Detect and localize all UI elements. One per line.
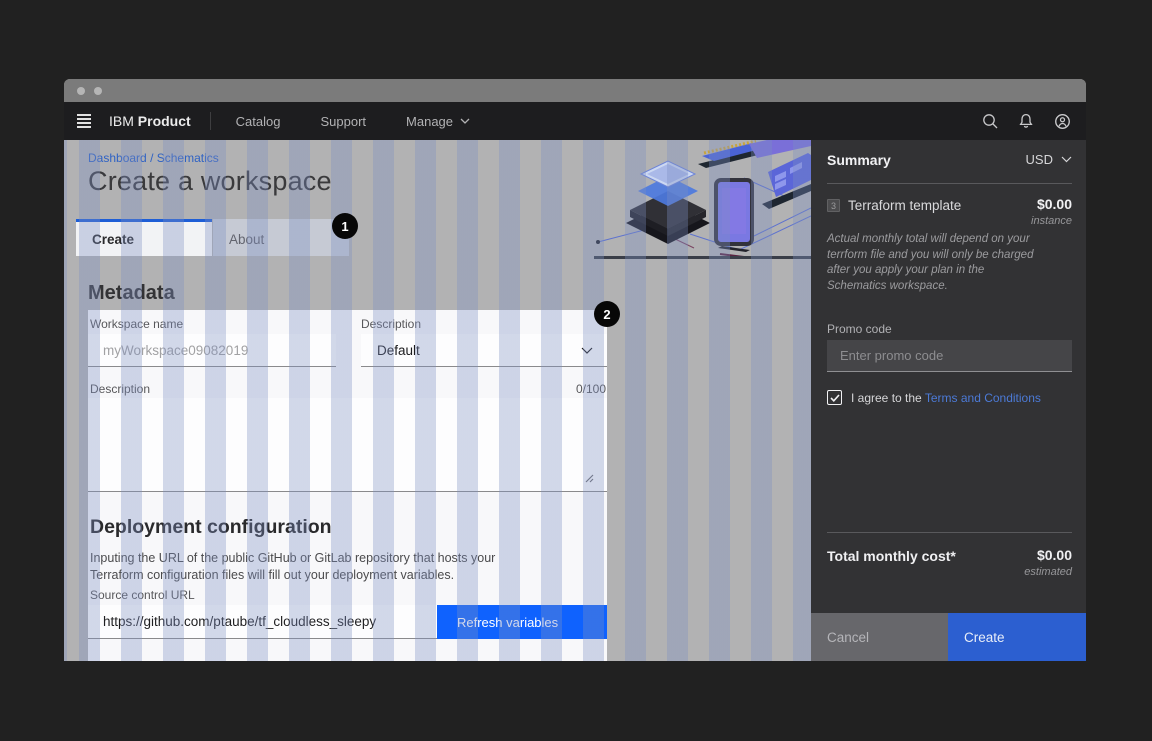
brand-prefix: IBM bbox=[109, 113, 134, 129]
nav-item-catalog[interactable]: Catalog bbox=[216, 102, 301, 140]
brand[interactable]: IBM Product bbox=[109, 113, 191, 129]
tab-bar: Create About bbox=[76, 219, 349, 256]
tech-illustration bbox=[594, 140, 811, 259]
breadcrumb-link-dashboard[interactable]: Dashboard bbox=[88, 151, 147, 165]
panel-footer: Cancel Create bbox=[811, 613, 1086, 661]
chevron-down-icon bbox=[460, 118, 470, 124]
window-control-dot bbox=[77, 87, 85, 95]
chevron-down-icon bbox=[581, 347, 593, 354]
account-avatar-icon[interactable] bbox=[1044, 102, 1080, 140]
cancel-button[interactable]: Cancel bbox=[811, 613, 948, 661]
breadcrumb-link-schematics[interactable]: Schematics bbox=[157, 151, 219, 165]
tab-create[interactable]: Create bbox=[76, 219, 212, 256]
window-titlebar bbox=[64, 79, 1086, 102]
character-counter: 0/100 bbox=[576, 382, 606, 396]
create-button[interactable]: Create bbox=[948, 613, 1086, 661]
currency-value: USD bbox=[1026, 152, 1053, 167]
total-cost-unit: estimated bbox=[1024, 566, 1072, 578]
promo-code-input[interactable] bbox=[827, 340, 1072, 372]
main-content: Dashboard / Schematics Create a workspac… bbox=[64, 140, 811, 661]
header-actions bbox=[972, 102, 1086, 140]
total-cost-value: $0.00 bbox=[1037, 547, 1072, 563]
summary-panel: Summary USD 3 Terraform template $0.00 i… bbox=[811, 140, 1086, 661]
workspace-name-input[interactable] bbox=[88, 334, 336, 367]
source-control-url-input[interactable] bbox=[88, 605, 437, 639]
annotation-marker-3: 3 bbox=[827, 199, 840, 212]
brand-product-name: Product bbox=[138, 113, 191, 129]
source-control-url-label: Source control URL bbox=[90, 588, 195, 602]
total-cost-label: Total monthly cost* bbox=[827, 548, 956, 564]
deployment-description: Inputing the URL of the public GitHub or… bbox=[90, 550, 526, 583]
header-divider bbox=[210, 112, 211, 130]
divider bbox=[827, 183, 1072, 184]
resize-grip-icon[interactable] bbox=[584, 473, 594, 483]
header-nav: Catalog Support Manage bbox=[216, 102, 490, 140]
terms-text: I agree to the Terms and Conditions bbox=[851, 391, 1041, 405]
annotation-marker-1: 1 bbox=[332, 213, 358, 239]
line-item-name: Terraform template bbox=[848, 198, 961, 213]
refresh-variables-button[interactable]: Refresh variables bbox=[437, 605, 607, 639]
window-control-dot bbox=[94, 87, 102, 95]
app-header: IBM Product Catalog Support Manage bbox=[64, 102, 1086, 140]
menu-icon[interactable] bbox=[77, 114, 91, 128]
promo-code-label: Promo code bbox=[827, 322, 892, 336]
workspace-name-label: Workspace name bbox=[90, 317, 183, 331]
summary-title: Summary bbox=[827, 152, 891, 168]
description-select[interactable]: Default bbox=[361, 334, 607, 367]
checkbox-check-icon bbox=[830, 394, 840, 402]
currency-selector[interactable]: USD bbox=[1026, 152, 1072, 167]
terms-and-conditions-link[interactable]: Terms and Conditions bbox=[925, 391, 1041, 405]
search-icon[interactable] bbox=[972, 102, 1008, 140]
form-card: Workspace name Description Default Descr… bbox=[88, 310, 607, 661]
page-title: Create a workspace bbox=[88, 166, 332, 197]
chevron-down-icon bbox=[1061, 156, 1072, 163]
line-item-price: $0.00 bbox=[1037, 196, 1072, 212]
description-textarea[interactable] bbox=[88, 398, 607, 492]
nav-item-manage[interactable]: Manage bbox=[386, 102, 490, 140]
notifications-bell-icon[interactable] bbox=[1008, 102, 1044, 140]
annotation-marker-2: 2 bbox=[594, 301, 620, 327]
browser-window: IBM Product Catalog Support Manage bbox=[64, 79, 1086, 661]
breadcrumb-separator: / bbox=[150, 151, 153, 165]
description-select-value: Default bbox=[377, 343, 420, 358]
deployment-heading: Deployment configuration bbox=[90, 516, 332, 539]
pricing-note: Actual monthly total will depend on your… bbox=[827, 232, 1043, 294]
nav-item-support[interactable]: Support bbox=[300, 102, 386, 140]
terms-checkbox[interactable] bbox=[827, 390, 842, 405]
line-item-unit: instance bbox=[1031, 215, 1072, 227]
description-select-label: Description bbox=[361, 317, 421, 331]
terms-row: I agree to the Terms and Conditions bbox=[827, 390, 1041, 405]
divider bbox=[827, 532, 1072, 533]
tab-about[interactable]: About bbox=[213, 219, 349, 256]
description-textarea-label: Description bbox=[90, 382, 150, 396]
metadata-heading: Metadata bbox=[88, 282, 175, 305]
breadcrumb: Dashboard / Schematics bbox=[88, 151, 219, 165]
